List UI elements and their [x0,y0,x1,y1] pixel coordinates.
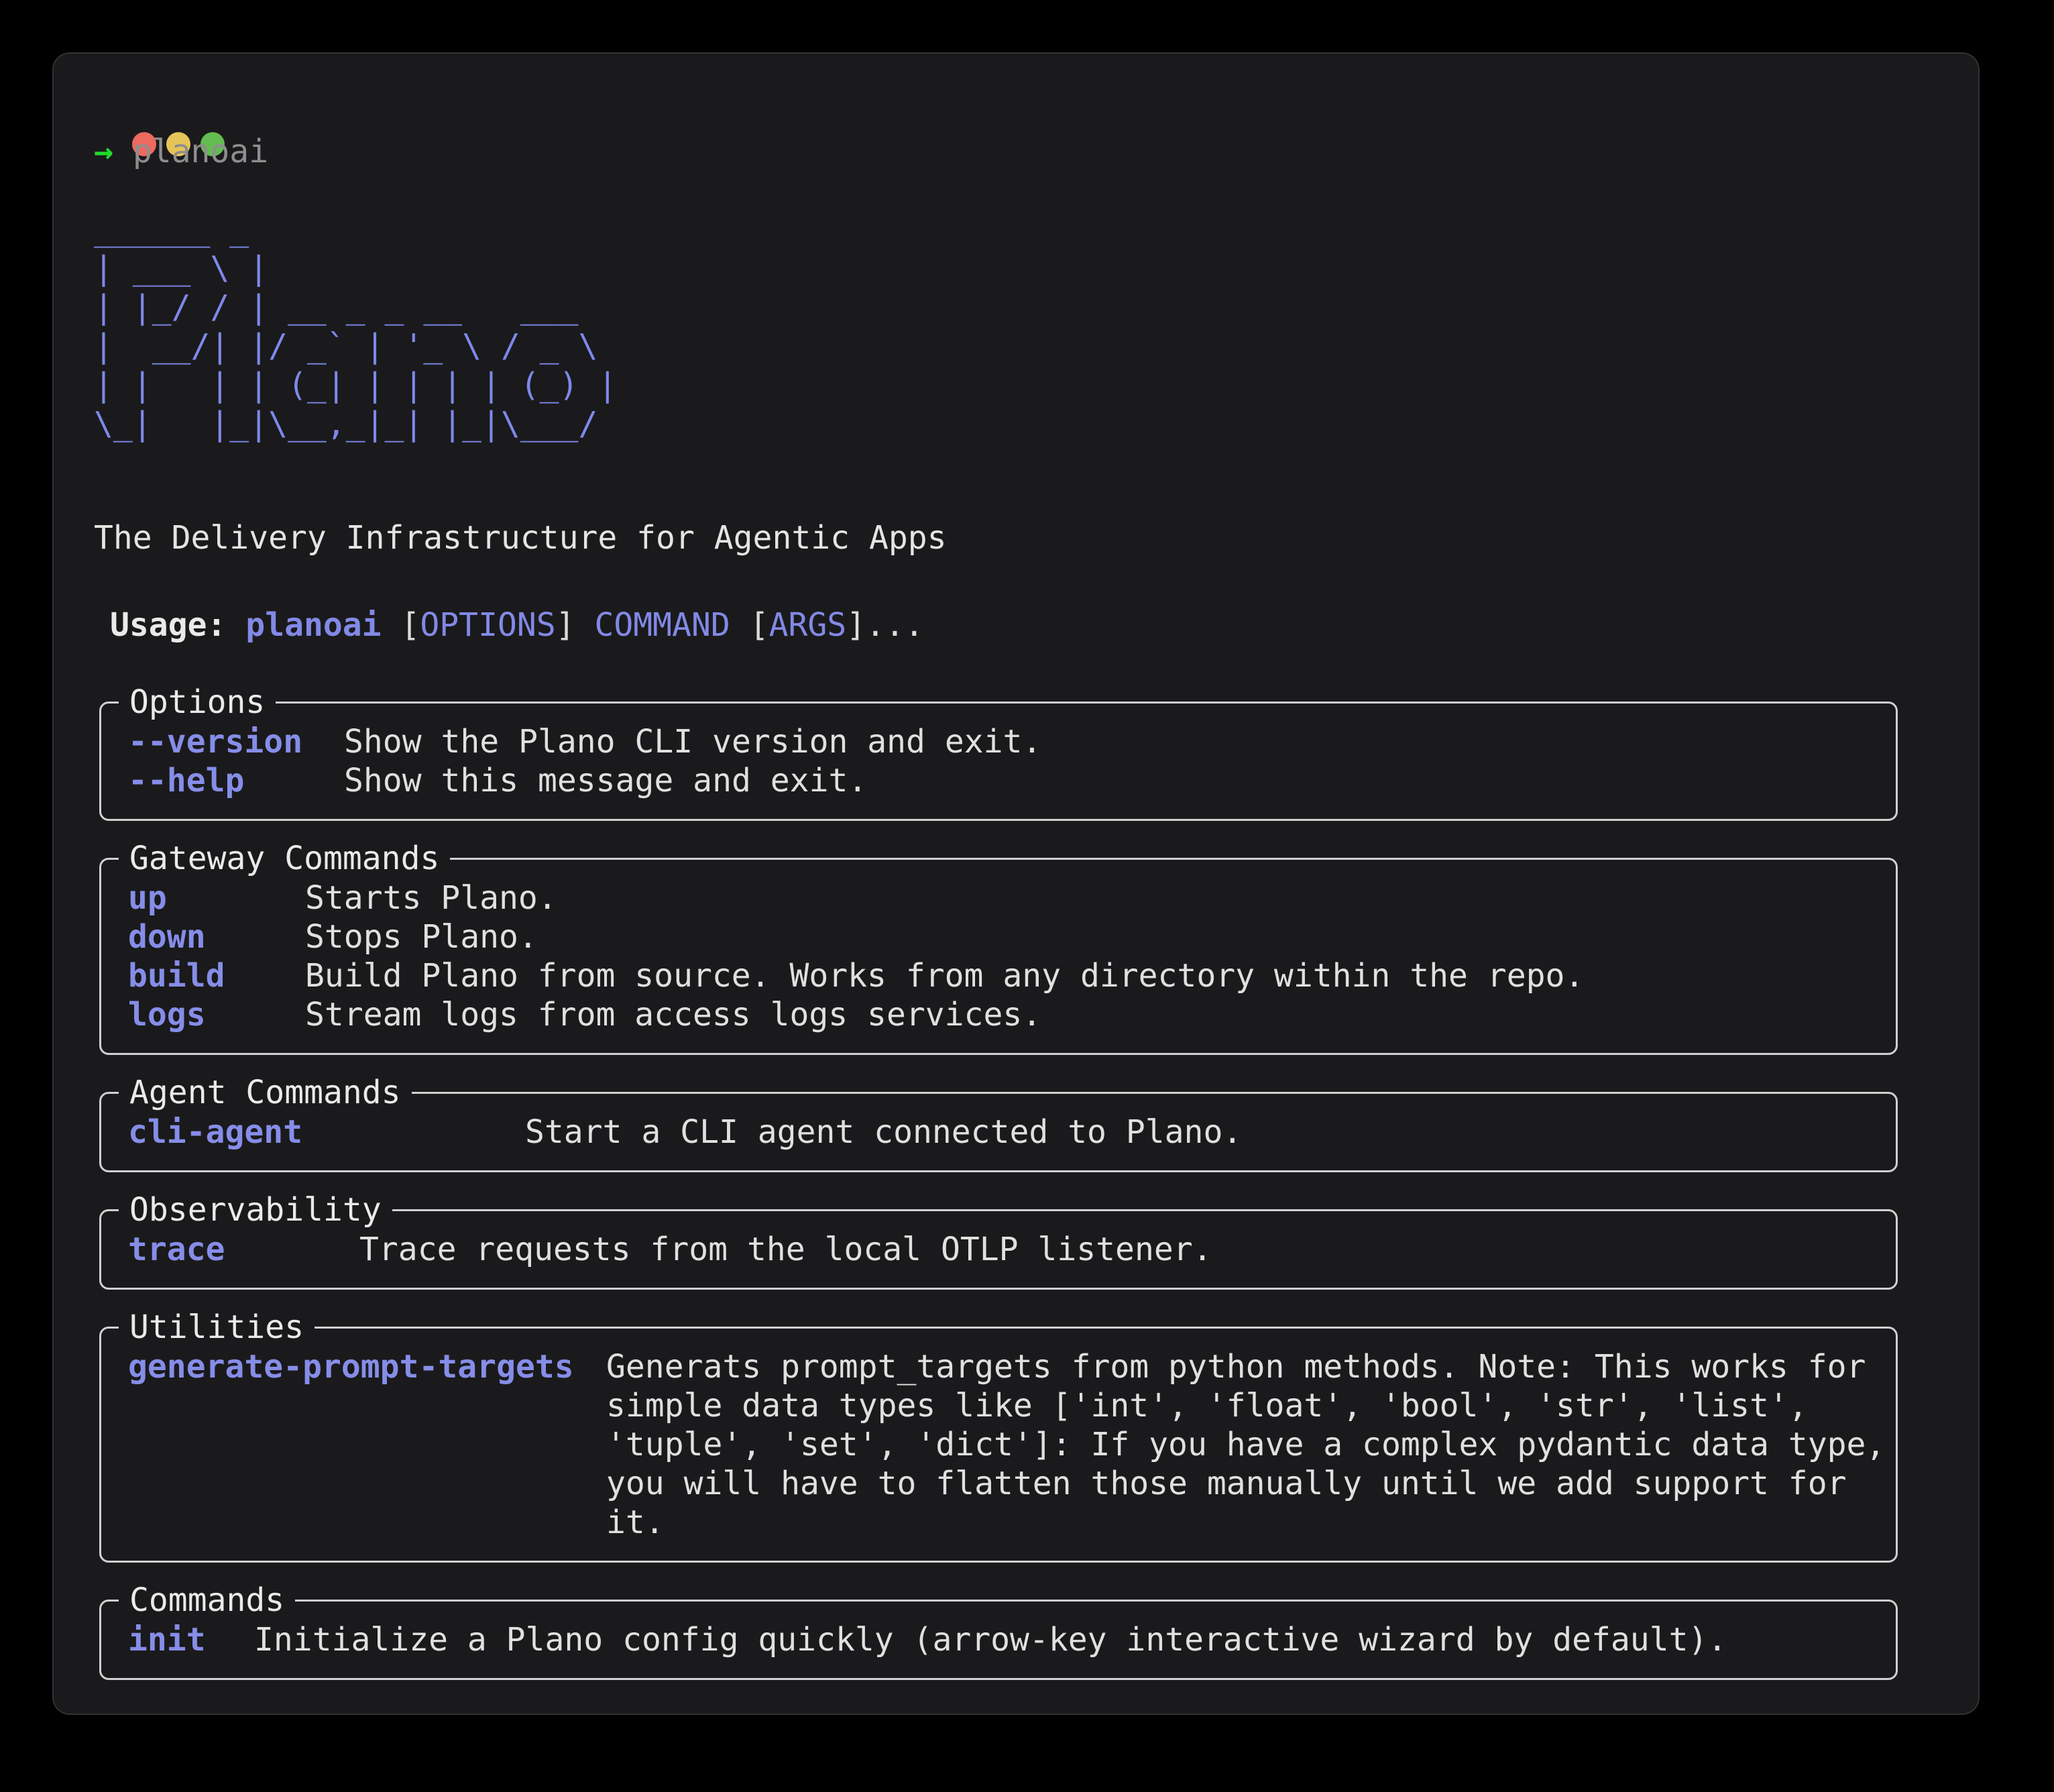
panel-gateway-commands: Gateway CommandsupStarts Plano.downStops… [99,858,1898,1055]
usage-token: OPTIONS [420,606,555,644]
panel-title: Utilities [119,1308,315,1347]
command-name: up [128,879,305,917]
command-row: traceTrace requests from the local OTLP … [128,1230,1889,1269]
terminal-window: → planoai ______ _ | ___ \ | | |_/ / | _… [52,52,1980,1715]
command-name: cli-agent [128,1113,525,1152]
command-description: Initialize a Plano config quickly (arrow… [254,1620,1727,1659]
ascii-logo: ______ _ | ___ \ | | |_/ / | __ _ _ __ _… [94,210,1945,443]
usage-line: Usage: planoai [OPTIONS] COMMAND [ARGS].… [110,606,1945,645]
command-description: Trace requests from the local OTLP liste… [359,1230,1212,1269]
panel-title: Options [119,683,276,722]
command-row: initInitialize a Plano config quickly (a… [128,1620,1889,1659]
usage-token: [ [382,606,420,644]
command-description: Show the Plano CLI version and exit. [344,722,1041,761]
command-row: generate-prompt-targetsGenerats prompt_t… [128,1347,1889,1542]
command-row: --helpShow this message and exit. [128,761,1889,800]
tagline: The Delivery Infrastructure for Agentic … [94,518,1945,557]
command-name: --version [128,722,344,761]
usage-token: planoai [226,606,381,644]
command-description: Generats prompt_targets from python meth… [606,1347,1885,1542]
usage-token: Usage: [110,606,226,644]
command-description: Stops Plano. [305,917,538,956]
command-name: logs [128,995,305,1034]
prompt-arrow-icon: → [94,133,113,170]
command-row: downStops Plano. [128,917,1889,956]
prompt-line: → planoai [94,132,1945,171]
command-name: init [128,1620,254,1659]
prompt-command: planoai [113,133,268,170]
command-name: build [128,956,305,995]
command-row: upStarts Plano. [128,879,1889,917]
panel-commands: CommandsinitInitialize a Plano config qu… [99,1600,1898,1680]
usage-token: ARGS [769,606,847,644]
command-description: Build Plano from source. Works from any … [305,956,1584,995]
panel-title: Observability [119,1190,392,1229]
command-description: Start a CLI agent connected to Plano. [525,1113,1242,1152]
terminal-content[interactable]: → planoai ______ _ | ___ \ | | |_/ / | _… [54,54,1978,1714]
command-name: --help [128,761,344,800]
command-name: trace [128,1230,359,1269]
command-description: Starts Plano. [305,879,557,917]
usage-token: [ [730,606,769,644]
command-row: --versionShow the Plano CLI version and … [128,722,1889,761]
command-row: buildBuild Plano from source. Works from… [128,956,1889,995]
command-row: logsStream logs from access logs service… [128,995,1889,1034]
panel-utilities: Utilitiesgenerate-prompt-targetsGenerats… [99,1327,1898,1563]
command-row: cli-agentStart a CLI agent connected to … [128,1113,1889,1152]
panel-title: Gateway Commands [119,839,450,878]
panel-options: Options--versionShow the Plano CLI versi… [99,702,1898,821]
command-name: down [128,917,305,956]
usage-token: ]... [846,606,924,644]
command-description: Stream logs from access logs services. [305,995,1041,1034]
panel-title: Commands [119,1581,295,1620]
panels: Options--versionShow the Plano CLI versi… [94,702,1945,1720]
panel-agent-commands: Agent Commandscli-agentStart a CLI agent… [99,1092,1898,1172]
command-name: generate-prompt-targets [128,1347,606,1386]
panel-title: Agent Commands [119,1073,412,1112]
usage-token: ] [556,606,595,644]
usage-token: COMMAND [594,606,730,644]
command-description: Show this message and exit. [344,761,867,800]
panel-observability: ObservabilitytraceTrace requests from th… [99,1209,1898,1290]
